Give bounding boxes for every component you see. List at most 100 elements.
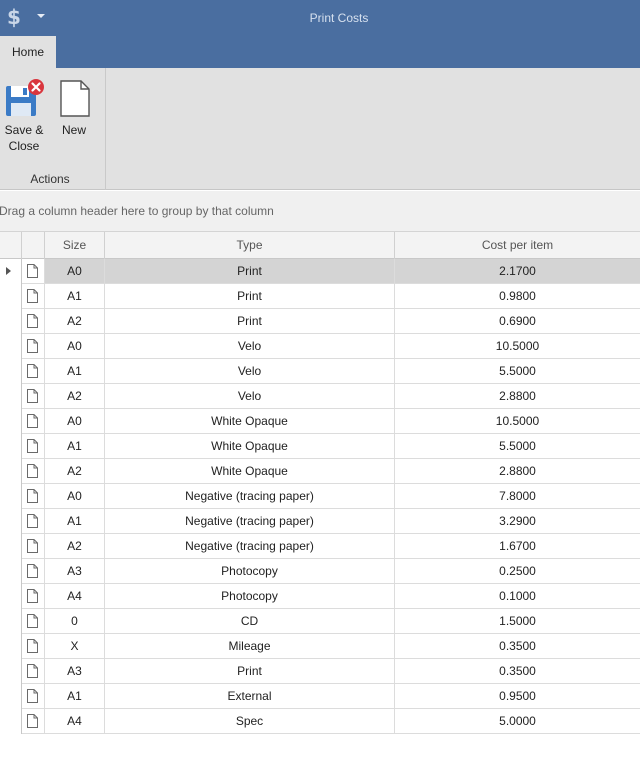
cell-type[interactable]: Velo — [105, 359, 395, 384]
cell-type[interactable]: CD — [105, 609, 395, 634]
row-indicator-cell[interactable] — [0, 634, 22, 659]
tab-home[interactable]: Home — [0, 36, 56, 68]
row-indicator-cell[interactable] — [0, 409, 22, 434]
table-row[interactable]: A1 Velo 5.5000 — [0, 359, 640, 384]
cell-cost-per-item[interactable]: 5.5000 — [395, 434, 640, 459]
row-indicator-cell[interactable] — [0, 259, 22, 284]
column-header-type[interactable]: Type — [105, 232, 395, 259]
cell-size[interactable]: A1 — [45, 434, 105, 459]
cell-size[interactable]: A1 — [45, 684, 105, 709]
cell-cost-per-item[interactable]: 7.8000 — [395, 484, 640, 509]
row-indicator-cell[interactable] — [0, 359, 22, 384]
cell-cost-per-item[interactable]: 1.5000 — [395, 609, 640, 634]
row-icon-cell[interactable] — [22, 459, 45, 484]
cell-size[interactable]: A4 — [45, 584, 105, 609]
row-icon-cell[interactable] — [22, 609, 45, 634]
row-indicator-cell[interactable] — [0, 434, 22, 459]
table-row[interactable]: A2 Negative (tracing paper) 1.6700 — [0, 534, 640, 559]
cell-cost-per-item[interactable]: 0.3500 — [395, 634, 640, 659]
row-indicator-cell[interactable] — [0, 709, 22, 734]
cell-type[interactable]: Velo — [105, 384, 395, 409]
table-row[interactable]: A4 Spec 5.0000 — [0, 709, 640, 734]
row-icon-cell[interactable] — [22, 659, 45, 684]
group-by-panel[interactable]: Drag a column header here to group by th… — [0, 191, 640, 232]
row-indicator-cell[interactable] — [0, 584, 22, 609]
row-icon-cell[interactable] — [22, 684, 45, 709]
table-row[interactable]: A1 Negative (tracing paper) 3.2900 — [0, 509, 640, 534]
cell-type[interactable]: Photocopy — [105, 584, 395, 609]
cell-type[interactable]: Negative (tracing paper) — [105, 534, 395, 559]
cell-type[interactable]: White Opaque — [105, 434, 395, 459]
cell-size[interactable]: A2 — [45, 534, 105, 559]
row-icon-cell[interactable] — [22, 384, 45, 409]
table-row[interactable]: A2 Velo 2.8800 — [0, 384, 640, 409]
cell-type[interactable]: Negative (tracing paper) — [105, 484, 395, 509]
cell-cost-per-item[interactable]: 0.6900 — [395, 309, 640, 334]
column-header-cost-per-item[interactable]: Cost per item — [395, 232, 640, 259]
row-icon-cell[interactable] — [22, 259, 45, 284]
cell-type[interactable]: Mileage — [105, 634, 395, 659]
cell-cost-per-item[interactable]: 0.2500 — [395, 559, 640, 584]
cell-cost-per-item[interactable]: 5.5000 — [395, 359, 640, 384]
table-row[interactable]: A4 Photocopy 0.1000 — [0, 584, 640, 609]
cell-size[interactable]: A1 — [45, 509, 105, 534]
row-indicator-cell[interactable] — [0, 309, 22, 334]
row-indicator-cell[interactable] — [0, 509, 22, 534]
row-indicator-cell[interactable] — [0, 559, 22, 584]
cell-type[interactable]: Photocopy — [105, 559, 395, 584]
table-row[interactable]: A0 Negative (tracing paper) 7.8000 — [0, 484, 640, 509]
cell-cost-per-item[interactable]: 0.3500 — [395, 659, 640, 684]
cell-type[interactable]: Print — [105, 309, 395, 334]
row-icon-cell[interactable] — [22, 284, 45, 309]
new-button[interactable]: New — [52, 78, 96, 138]
row-icon-cell[interactable] — [22, 484, 45, 509]
cell-cost-per-item[interactable]: 1.6700 — [395, 534, 640, 559]
row-indicator-cell[interactable] — [0, 609, 22, 634]
table-row[interactable]: A2 White Opaque 2.8800 — [0, 459, 640, 484]
row-icon-cell[interactable] — [22, 534, 45, 559]
row-icon-cell[interactable] — [22, 409, 45, 434]
cell-type[interactable]: Print — [105, 284, 395, 309]
row-icon-cell[interactable] — [22, 359, 45, 384]
row-icon-cell[interactable] — [22, 634, 45, 659]
cell-cost-per-item[interactable]: 5.0000 — [395, 709, 640, 734]
cell-size[interactable]: A1 — [45, 359, 105, 384]
cell-size[interactable]: A4 — [45, 709, 105, 734]
row-indicator-cell[interactable] — [0, 684, 22, 709]
row-indicator-cell[interactable] — [0, 284, 22, 309]
cell-cost-per-item[interactable]: 0.9500 — [395, 684, 640, 709]
cell-size[interactable]: A2 — [45, 459, 105, 484]
row-icon-cell[interactable] — [22, 584, 45, 609]
cell-size[interactable]: 0 — [45, 609, 105, 634]
row-icon-cell[interactable] — [22, 509, 45, 534]
row-icon-cell[interactable] — [22, 559, 45, 584]
cell-size[interactable]: A0 — [45, 409, 105, 434]
cell-cost-per-item[interactable]: 2.8800 — [395, 459, 640, 484]
column-header-size[interactable]: Size — [45, 232, 105, 259]
table-row[interactable]: A1 External 0.9500 — [0, 684, 640, 709]
row-icon-cell[interactable] — [22, 709, 45, 734]
cell-type[interactable]: External — [105, 684, 395, 709]
table-row[interactable]: A0 Velo 10.5000 — [0, 334, 640, 359]
cell-type[interactable]: White Opaque — [105, 459, 395, 484]
cell-type[interactable]: White Opaque — [105, 409, 395, 434]
cell-size[interactable]: A3 — [45, 659, 105, 684]
table-row[interactable]: A3 Print 0.3500 — [0, 659, 640, 684]
table-row[interactable]: A1 Print 0.9800 — [0, 284, 640, 309]
cell-cost-per-item[interactable]: 0.9800 — [395, 284, 640, 309]
cell-cost-per-item[interactable]: 3.2900 — [395, 509, 640, 534]
row-indicator-cell[interactable] — [0, 659, 22, 684]
save-close-button[interactable]: Save & Close — [0, 78, 48, 154]
cell-size[interactable]: A0 — [45, 484, 105, 509]
row-icon-cell[interactable] — [22, 334, 45, 359]
cell-type[interactable]: Print — [105, 659, 395, 684]
cell-size[interactable]: A2 — [45, 309, 105, 334]
table-row[interactable]: A0 White Opaque 10.5000 — [0, 409, 640, 434]
cell-type[interactable]: Negative (tracing paper) — [105, 509, 395, 534]
cell-size[interactable]: A3 — [45, 559, 105, 584]
cell-cost-per-item[interactable]: 2.8800 — [395, 384, 640, 409]
table-row[interactable]: X Mileage 0.3500 — [0, 634, 640, 659]
cell-size[interactable]: A0 — [45, 259, 105, 284]
row-indicator-cell[interactable] — [0, 484, 22, 509]
cell-type[interactable]: Spec — [105, 709, 395, 734]
